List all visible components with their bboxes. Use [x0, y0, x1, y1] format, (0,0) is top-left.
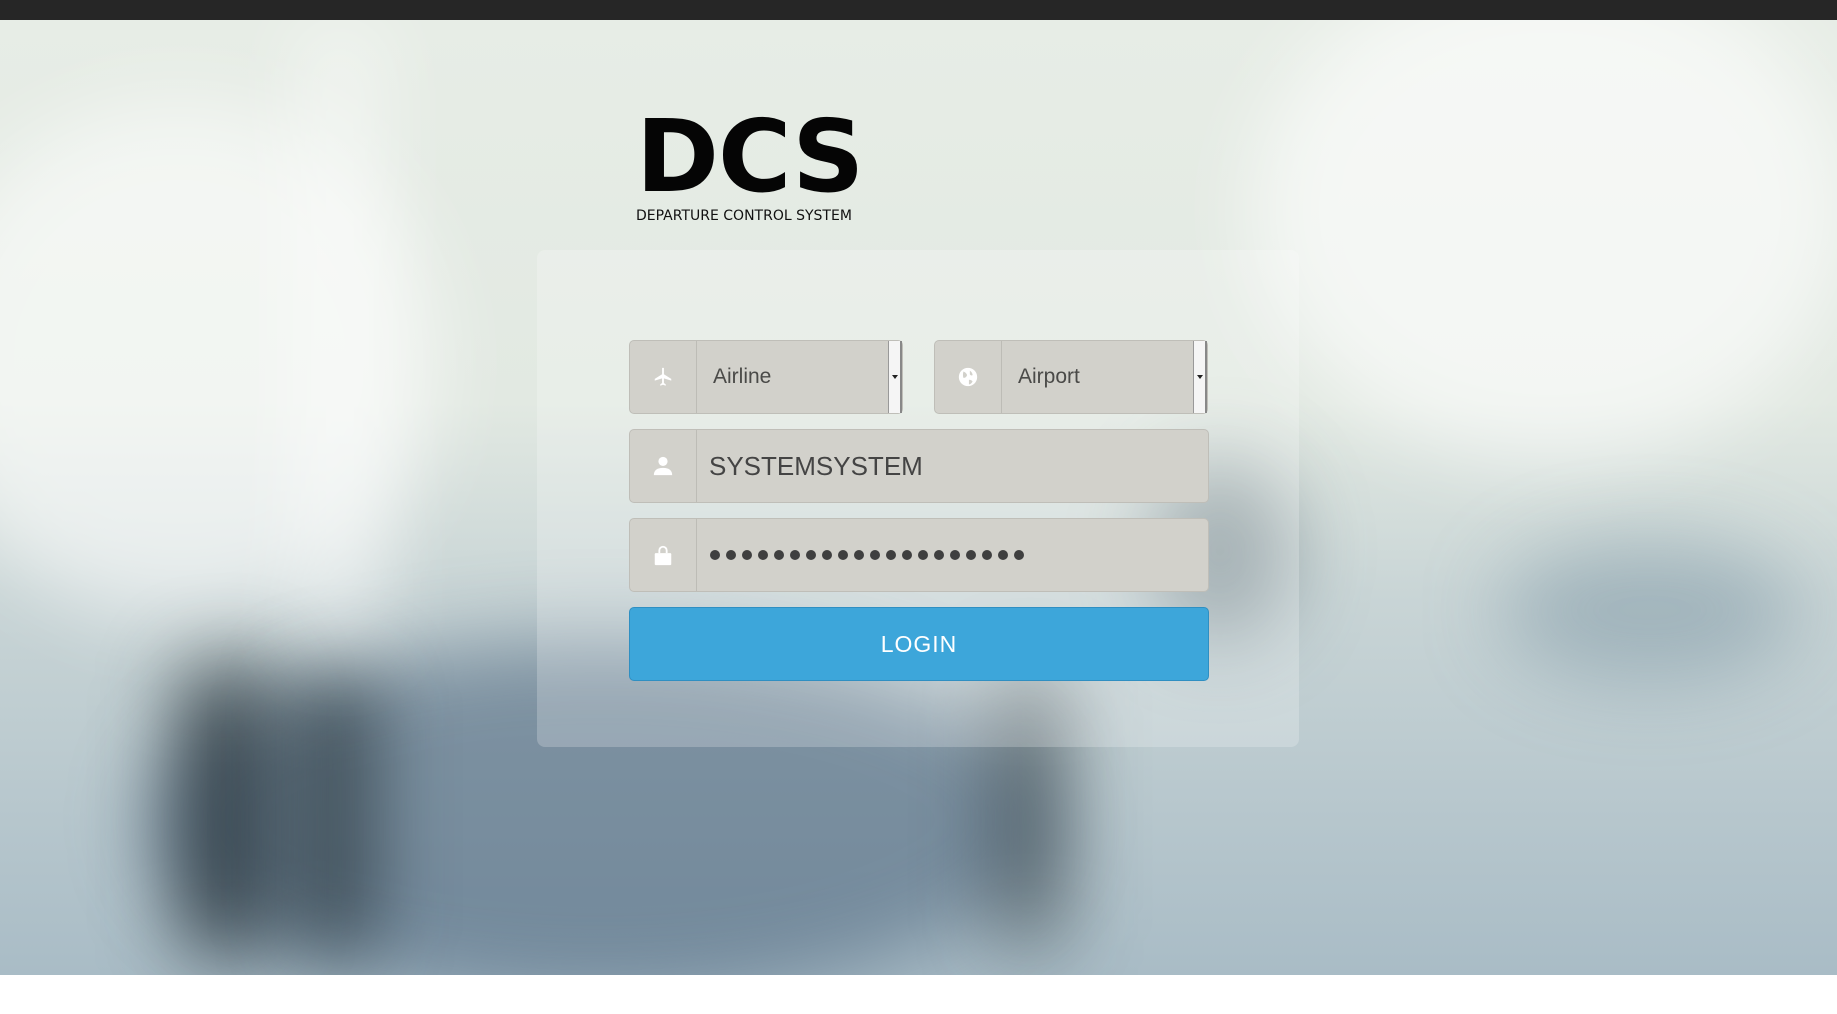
password-mask-dot: [726, 550, 736, 560]
password-mask-dot: [998, 550, 1008, 560]
username-field[interactable]: SYSTEMSYSTEM: [629, 429, 1209, 503]
password-mask-dot: [758, 550, 768, 560]
password-field[interactable]: [629, 518, 1209, 592]
password-mask-dot: [918, 550, 928, 560]
airport-dropdown-toggle[interactable]: [1193, 341, 1207, 413]
password-input[interactable]: [697, 550, 1208, 560]
chevron-down-icon: [1196, 375, 1203, 379]
username-input[interactable]: SYSTEMSYSTEM: [697, 451, 1208, 482]
password-mask-dot: [902, 550, 912, 560]
password-mask-dot: [934, 550, 944, 560]
airport-select[interactable]: Airport: [934, 340, 1208, 414]
dcs-logo: DCS DEPARTURE CONTROL SYSTEM: [636, 98, 886, 227]
password-mask-dot: [710, 550, 720, 560]
page-footer-area: [0, 975, 1837, 1014]
browser-top-bar: [0, 0, 1837, 20]
password-mask-dot: [806, 550, 816, 560]
password-mask-dot: [854, 550, 864, 560]
airplane-icon: [630, 341, 697, 413]
password-mask-dot: [838, 550, 848, 560]
password-mask-dot: [966, 550, 976, 560]
airline-select[interactable]: Airline: [629, 340, 903, 414]
airport-select-value: Airport: [1018, 365, 1080, 388]
password-mask-dot: [886, 550, 896, 560]
globe-icon: [935, 341, 1002, 413]
lock-icon: [630, 519, 697, 591]
password-mask-dot: [950, 550, 960, 560]
airline-select-value: Airline: [713, 365, 772, 388]
password-mask-dot: [774, 550, 784, 560]
password-mask-dot: [822, 550, 832, 560]
chevron-down-icon: [891, 375, 898, 379]
user-icon: [630, 430, 697, 502]
login-button[interactable]: LOGIN: [629, 607, 1209, 681]
password-mask-dot: [742, 550, 752, 560]
logo-mark: DCS: [636, 98, 864, 215]
password-mask-dot: [790, 550, 800, 560]
logo-subtitle: DEPARTURE CONTROL SYSTEM: [636, 208, 852, 224]
password-mask-dot: [1014, 550, 1024, 560]
password-mask-dot: [870, 550, 880, 560]
airline-dropdown-toggle[interactable]: [888, 341, 902, 413]
password-mask-dot: [982, 550, 992, 560]
